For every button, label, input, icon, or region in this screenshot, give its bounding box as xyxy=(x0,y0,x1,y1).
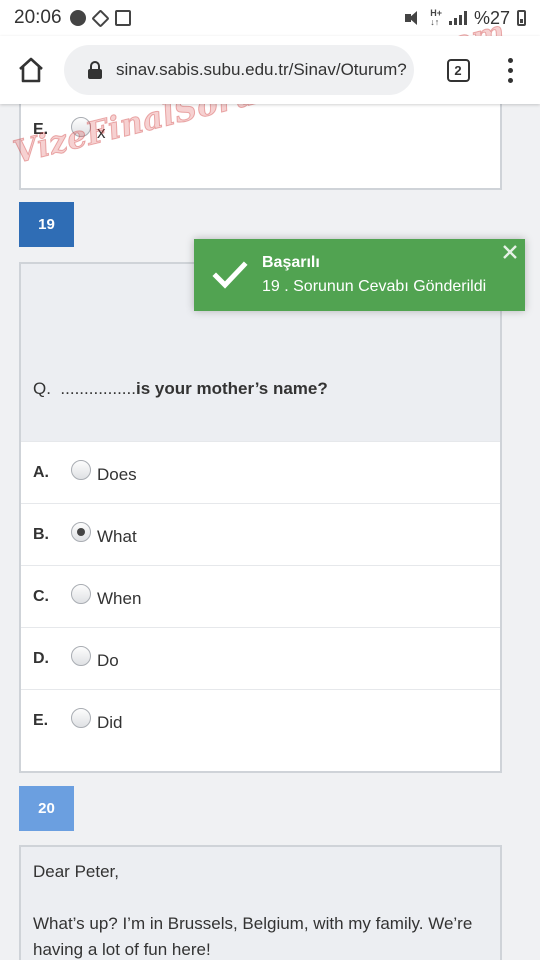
question-20-card: Dear Peter, What’s up? I’m in Brussels, … xyxy=(19,845,502,960)
address-bar[interactable]: sinav.sabis.subu.edu.tr/Sinav/Oturum? xyxy=(64,45,414,95)
lock-icon xyxy=(88,61,102,79)
browser-toolbar: sinav.sabis.subu.edu.tr/Sinav/Oturum? 2 xyxy=(0,36,540,104)
option-d[interactable]: D. Do xyxy=(21,627,500,689)
checkmark-icon xyxy=(212,261,248,289)
radio-button[interactable] xyxy=(71,707,91,728)
option-b[interactable]: B. What xyxy=(21,503,500,565)
option-letter: B. xyxy=(33,525,49,543)
option-text: When xyxy=(97,589,142,608)
mute-icon xyxy=(405,11,423,25)
option-letter: A. xyxy=(33,463,49,481)
notification-icon xyxy=(69,10,86,26)
radio-button[interactable] xyxy=(71,645,91,666)
success-toast[interactable]: Başarılı 19 . Sorunun Cevabı Gönderildi xyxy=(194,239,525,311)
gallery-icon xyxy=(114,10,131,26)
battery-percent: %27 xyxy=(473,7,510,28)
signal-icon xyxy=(448,11,467,25)
reading-passage: Dear Peter, What’s up? I’m in Brussels, … xyxy=(21,847,500,960)
option-text: Did xyxy=(97,713,123,732)
option-text: Does xyxy=(97,465,137,484)
letter-body-text: What’s up? I’m in Brussels, Belgium, wit… xyxy=(33,914,473,959)
option-letter: D. xyxy=(33,649,49,667)
letter-greeting: Dear Peter, xyxy=(33,862,119,881)
question-prefix: Q. xyxy=(33,379,51,398)
status-time: 20:06 xyxy=(14,7,62,28)
toast-title: Başarılı xyxy=(262,254,320,271)
option-letter: C. xyxy=(33,587,49,605)
battery-icon xyxy=(517,10,526,26)
option-c[interactable]: C. When xyxy=(21,565,500,627)
toast-message: 19 . Sorunun Cevabı Gönderildi xyxy=(262,278,487,295)
home-button[interactable] xyxy=(0,39,62,101)
option-text: x xyxy=(97,122,106,142)
overflow-menu-button[interactable] xyxy=(488,39,532,101)
menu-dot-icon xyxy=(507,57,513,63)
network-type-icon: H+ ↓↑ xyxy=(430,8,442,27)
prev-option-e[interactable]: E. x xyxy=(21,100,500,160)
status-bar: 20:06 H+ ↓↑ %27 xyxy=(0,0,540,36)
tag-icon xyxy=(90,8,110,28)
option-text: What xyxy=(97,527,137,546)
question-card: Q. ................ is your mother’s name… xyxy=(19,262,502,773)
question-blank: ................ xyxy=(60,379,136,398)
question-text: is your mother’s name? xyxy=(135,379,328,398)
prev-question-card: E. x xyxy=(19,100,502,190)
close-icon[interactable] xyxy=(501,243,519,261)
home-icon xyxy=(19,57,43,83)
url-text: sinav.sabis.subu.edu.tr/Sinav/Oturum? xyxy=(116,60,407,79)
option-letter: E. xyxy=(33,121,49,138)
option-text: Do xyxy=(97,651,119,670)
question-number-badge[interactable]: 19 xyxy=(19,202,74,247)
option-letter: E. xyxy=(33,711,49,729)
radio-button[interactable] xyxy=(71,459,91,480)
option-a[interactable]: A. Does xyxy=(21,441,500,503)
question-number-badge-20[interactable]: 20 xyxy=(19,786,74,831)
radio-button-selected[interactable] xyxy=(71,521,91,542)
radio-button[interactable] xyxy=(71,117,91,137)
option-e[interactable]: E. Did xyxy=(21,689,500,751)
tab-count: 2 xyxy=(446,58,470,82)
tabs-button[interactable]: 2 xyxy=(428,39,488,101)
radio-button[interactable] xyxy=(71,583,91,604)
